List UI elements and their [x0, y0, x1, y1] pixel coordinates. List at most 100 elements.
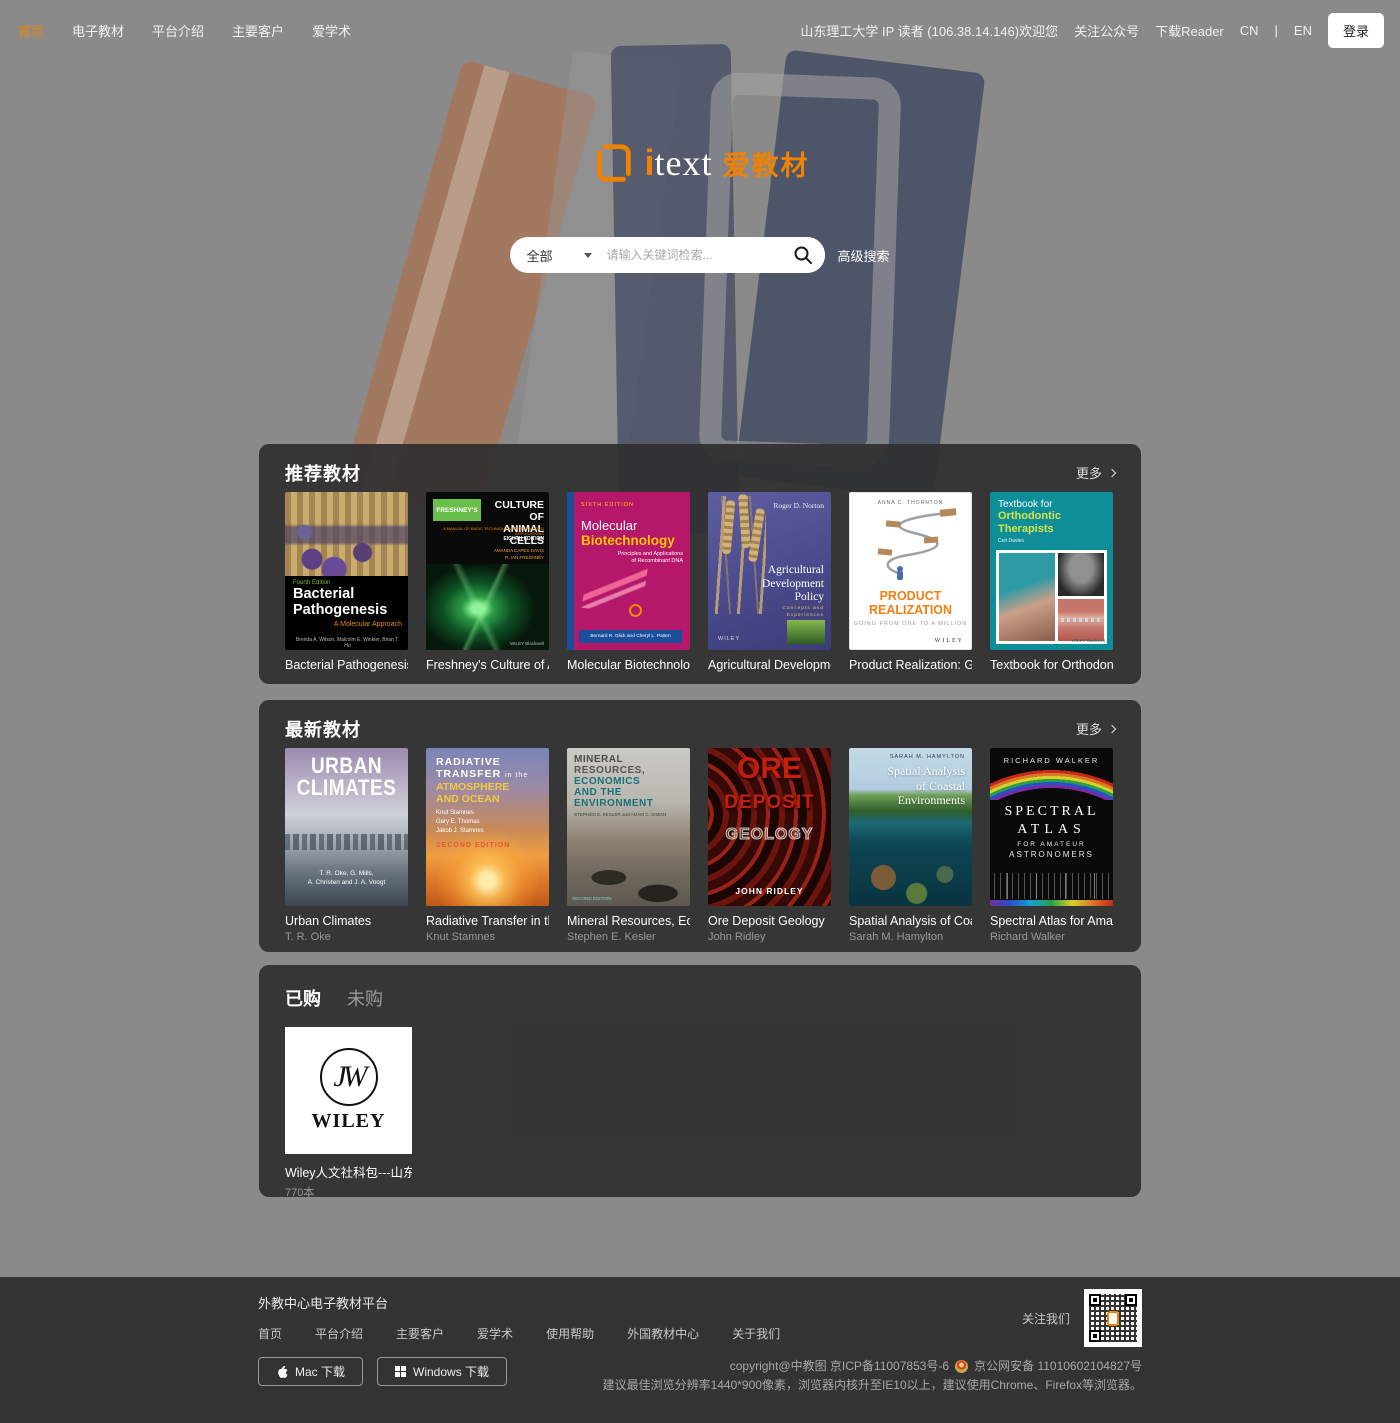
footer-link-help[interactable]: 使用帮助	[546, 1325, 594, 1342]
nav-left: 首页 电子教材 平台介绍 主要客户 爱学术	[18, 21, 351, 40]
footer-link-home[interactable]: 首页	[258, 1325, 282, 1342]
footer-link-foreign-textbook-center[interactable]: 外国教材中心	[627, 1325, 699, 1342]
cover-text: R. IAN FRESHNEY	[505, 555, 544, 560]
cover-text: A. Christen and J. A. Voogt	[285, 879, 408, 886]
book-title: Molecular Biotechnolo...	[567, 658, 690, 672]
top-navigation: 首页 电子教材 平台介绍 主要客户 爱学术 山东理工大学 IP 读者 (106.…	[0, 0, 1400, 60]
tab-owned[interactable]: 已购	[285, 985, 321, 1011]
footer-link-platform-intro[interactable]: 平台介绍	[315, 1325, 363, 1342]
cover-text: Gary E. Thomas	[436, 819, 480, 825]
book-card[interactable]: ORE DEPOSIT GEOLOGY JOHN RIDLEY Ore Depo…	[708, 748, 831, 943]
police-badge-icon	[955, 1360, 968, 1373]
footer-copyright: copyright@中教图 京ICP备11007853号-6 京公网安备 110…	[603, 1357, 1142, 1395]
cover-text: ASTRONOMERS	[990, 850, 1113, 859]
logo-text: text	[655, 142, 713, 184]
book-author: John Ridley	[708, 931, 831, 943]
footer: 外教中心电子教材平台 首页 平台介绍 主要客户 爱学术 使用帮助 外国教材中心 …	[0, 1277, 1400, 1423]
book-title: Radiative Transfer in th...	[426, 914, 549, 928]
windows-download-label: Windows 下载	[413, 1363, 489, 1380]
advanced-search-link[interactable]: 高级搜索	[837, 246, 889, 265]
nav-item-platform-intro[interactable]: 平台介绍	[152, 21, 204, 40]
search-category-select[interactable]: 全部	[526, 246, 592, 265]
cover-text: Orthodontic Therapists	[998, 510, 1061, 535]
download-reader-link[interactable]: 下载Reader	[1155, 21, 1224, 40]
more-label: 更多	[1076, 463, 1102, 482]
cover-art: WILEY Blackwell	[996, 550, 1107, 644]
logo-chinese-name: 爱教材	[723, 144, 810, 183]
search-category-value: 全部	[526, 246, 552, 265]
book-cover: ANNA C. THORNTON PRODUCT REALIZATION GOI…	[849, 492, 972, 650]
lang-en[interactable]: EN	[1294, 23, 1312, 38]
footer-link-about-us[interactable]: 关于我们	[732, 1325, 780, 1342]
cover-text: WILEY	[935, 638, 964, 644]
cover-art	[567, 492, 574, 650]
package-title: Wiley人文社科包---山东...	[285, 1162, 412, 1181]
nav-item-home[interactable]: 首页	[18, 21, 44, 40]
cover-art	[787, 620, 825, 644]
book-card[interactable]: URBAN CLIMATES T. R. Oke, G. Mills, A. C…	[285, 748, 408, 943]
cover-text: Ceri Davies	[998, 538, 1024, 544]
book-card[interactable]: ANNA C. THORNTON PRODUCT REALIZATION GOI…	[849, 492, 972, 672]
follow-official-link[interactable]: 关注公众号	[1074, 21, 1139, 40]
cover-text: Knut Stamnes	[436, 810, 474, 816]
search-input[interactable]	[606, 248, 781, 262]
login-button[interactable]: 登录	[1328, 13, 1384, 48]
search-bar: 全部 高级搜索	[0, 237, 1400, 273]
mac-download-button[interactable]: Mac 下载	[258, 1357, 363, 1386]
cover-text: A MANUAL OF BASIC TECHNIQUE AND SPECIALI…	[440, 526, 544, 536]
book-author: Stephen E. Kesler	[567, 931, 690, 943]
site-logo[interactable]: i text 爱教材	[0, 140, 1400, 186]
book-card[interactable]: RICHARD WALKER SPECTRAL ATLAS FOR AMATEU…	[990, 748, 1113, 943]
cover-text: ECONOMICS	[574, 776, 640, 788]
book-cover: RADIATIVE TRANSFER in the ATMOSPHERE AND…	[426, 748, 549, 906]
cover-text: JOHN RIDLEY	[708, 886, 831, 896]
book-cover: Roger D. Norton Agricultural Development…	[708, 492, 831, 650]
recommended-more-link[interactable]: 更多	[1076, 463, 1115, 482]
cover-text: FRESHNEY'S	[433, 499, 481, 521]
mac-download-label: Mac 下载	[295, 1363, 345, 1380]
book-card[interactable]: FRESHNEY'S CULTURE OF ANIMAL CELLS A MAN…	[426, 492, 549, 672]
footer-link-main-clients[interactable]: 主要客户	[396, 1325, 444, 1342]
book-card[interactable]: Fourth Edition Bacterial Pathogenesis A …	[285, 492, 408, 672]
footer-link-academic[interactable]: 爱学术	[477, 1325, 513, 1342]
book-title: Mineral Resources, Eco...	[567, 914, 690, 928]
book-cover: RICHARD WALKER SPECTRAL ATLAS FOR AMATEU…	[990, 748, 1113, 906]
book-title: Bacterial Pathogenesis: ...	[285, 658, 408, 672]
book-author: Sarah M. Hamylton	[849, 931, 972, 943]
search-button[interactable]	[781, 237, 825, 273]
latest-book-list: URBAN CLIMATES T. R. Oke, G. Mills, A. C…	[285, 748, 1115, 943]
book-card[interactable]: RADIATIVE TRANSFER in the ATMOSPHERE AND…	[426, 748, 549, 943]
beian-text: 京公网安备 11010602104827号	[974, 1357, 1142, 1376]
cover-text: WILEY	[718, 636, 740, 642]
book-cover: MINERAL RESOURCES, ECONOMICS AND THE ENV…	[567, 748, 690, 906]
book-card[interactable]: MINERAL RESOURCES, ECONOMICS AND THE ENV…	[567, 748, 690, 943]
recommended-section-title: 推荐教材	[285, 460, 361, 486]
nav-item-main-clients[interactable]: 主要客户	[232, 21, 284, 40]
nav-item-academic[interactable]: 爱学术	[312, 21, 351, 40]
book-card[interactable]: Roger D. Norton Agricultural Development…	[708, 492, 831, 672]
logo-letter-i: i	[645, 142, 655, 184]
apple-icon	[276, 1365, 288, 1379]
cover-art	[994, 873, 1109, 899]
book-author: Knut Stamnes	[426, 931, 549, 943]
cover-art	[990, 900, 1113, 906]
book-cover: FRESHNEY'S CULTURE OF ANIMAL CELLS A MAN…	[426, 492, 549, 650]
cover-text: GEOLOGY	[708, 826, 831, 844]
nav-item-etextbooks[interactable]: 电子教材	[72, 21, 124, 40]
cover-text: ATLAS	[990, 822, 1113, 838]
latest-more-link[interactable]: 更多	[1076, 719, 1115, 738]
book-card[interactable]: SIXTH EDITION Molecular Biotechnology Pr…	[567, 492, 690, 672]
cover-text: AND OCEAN	[436, 793, 500, 805]
cover-text: SECOND EDITION	[436, 842, 510, 849]
book-card[interactable]: SARAH M. HAMYLTON Spatial Analysis of Co…	[849, 748, 972, 943]
cover-text: RESOURCES,	[574, 765, 645, 777]
tab-not-owned[interactable]: 未购	[347, 985, 383, 1011]
cover-text: Molecular	[581, 518, 683, 533]
windows-download-button[interactable]: Windows 下载	[377, 1357, 507, 1386]
lang-cn[interactable]: CN	[1240, 23, 1259, 38]
download-buttons: Mac 下载 Windows 下载	[258, 1357, 507, 1386]
cover-text: Agricultural Development Policy	[762, 564, 824, 605]
book-cover: Textbook for Orthodontic Therapists Ceri…	[990, 492, 1113, 650]
book-card[interactable]: Textbook for Orthodontic Therapists Ceri…	[990, 492, 1113, 672]
package-card[interactable]: JW WILEY Wiley人文社科包---山东... 770本	[285, 1027, 412, 1200]
